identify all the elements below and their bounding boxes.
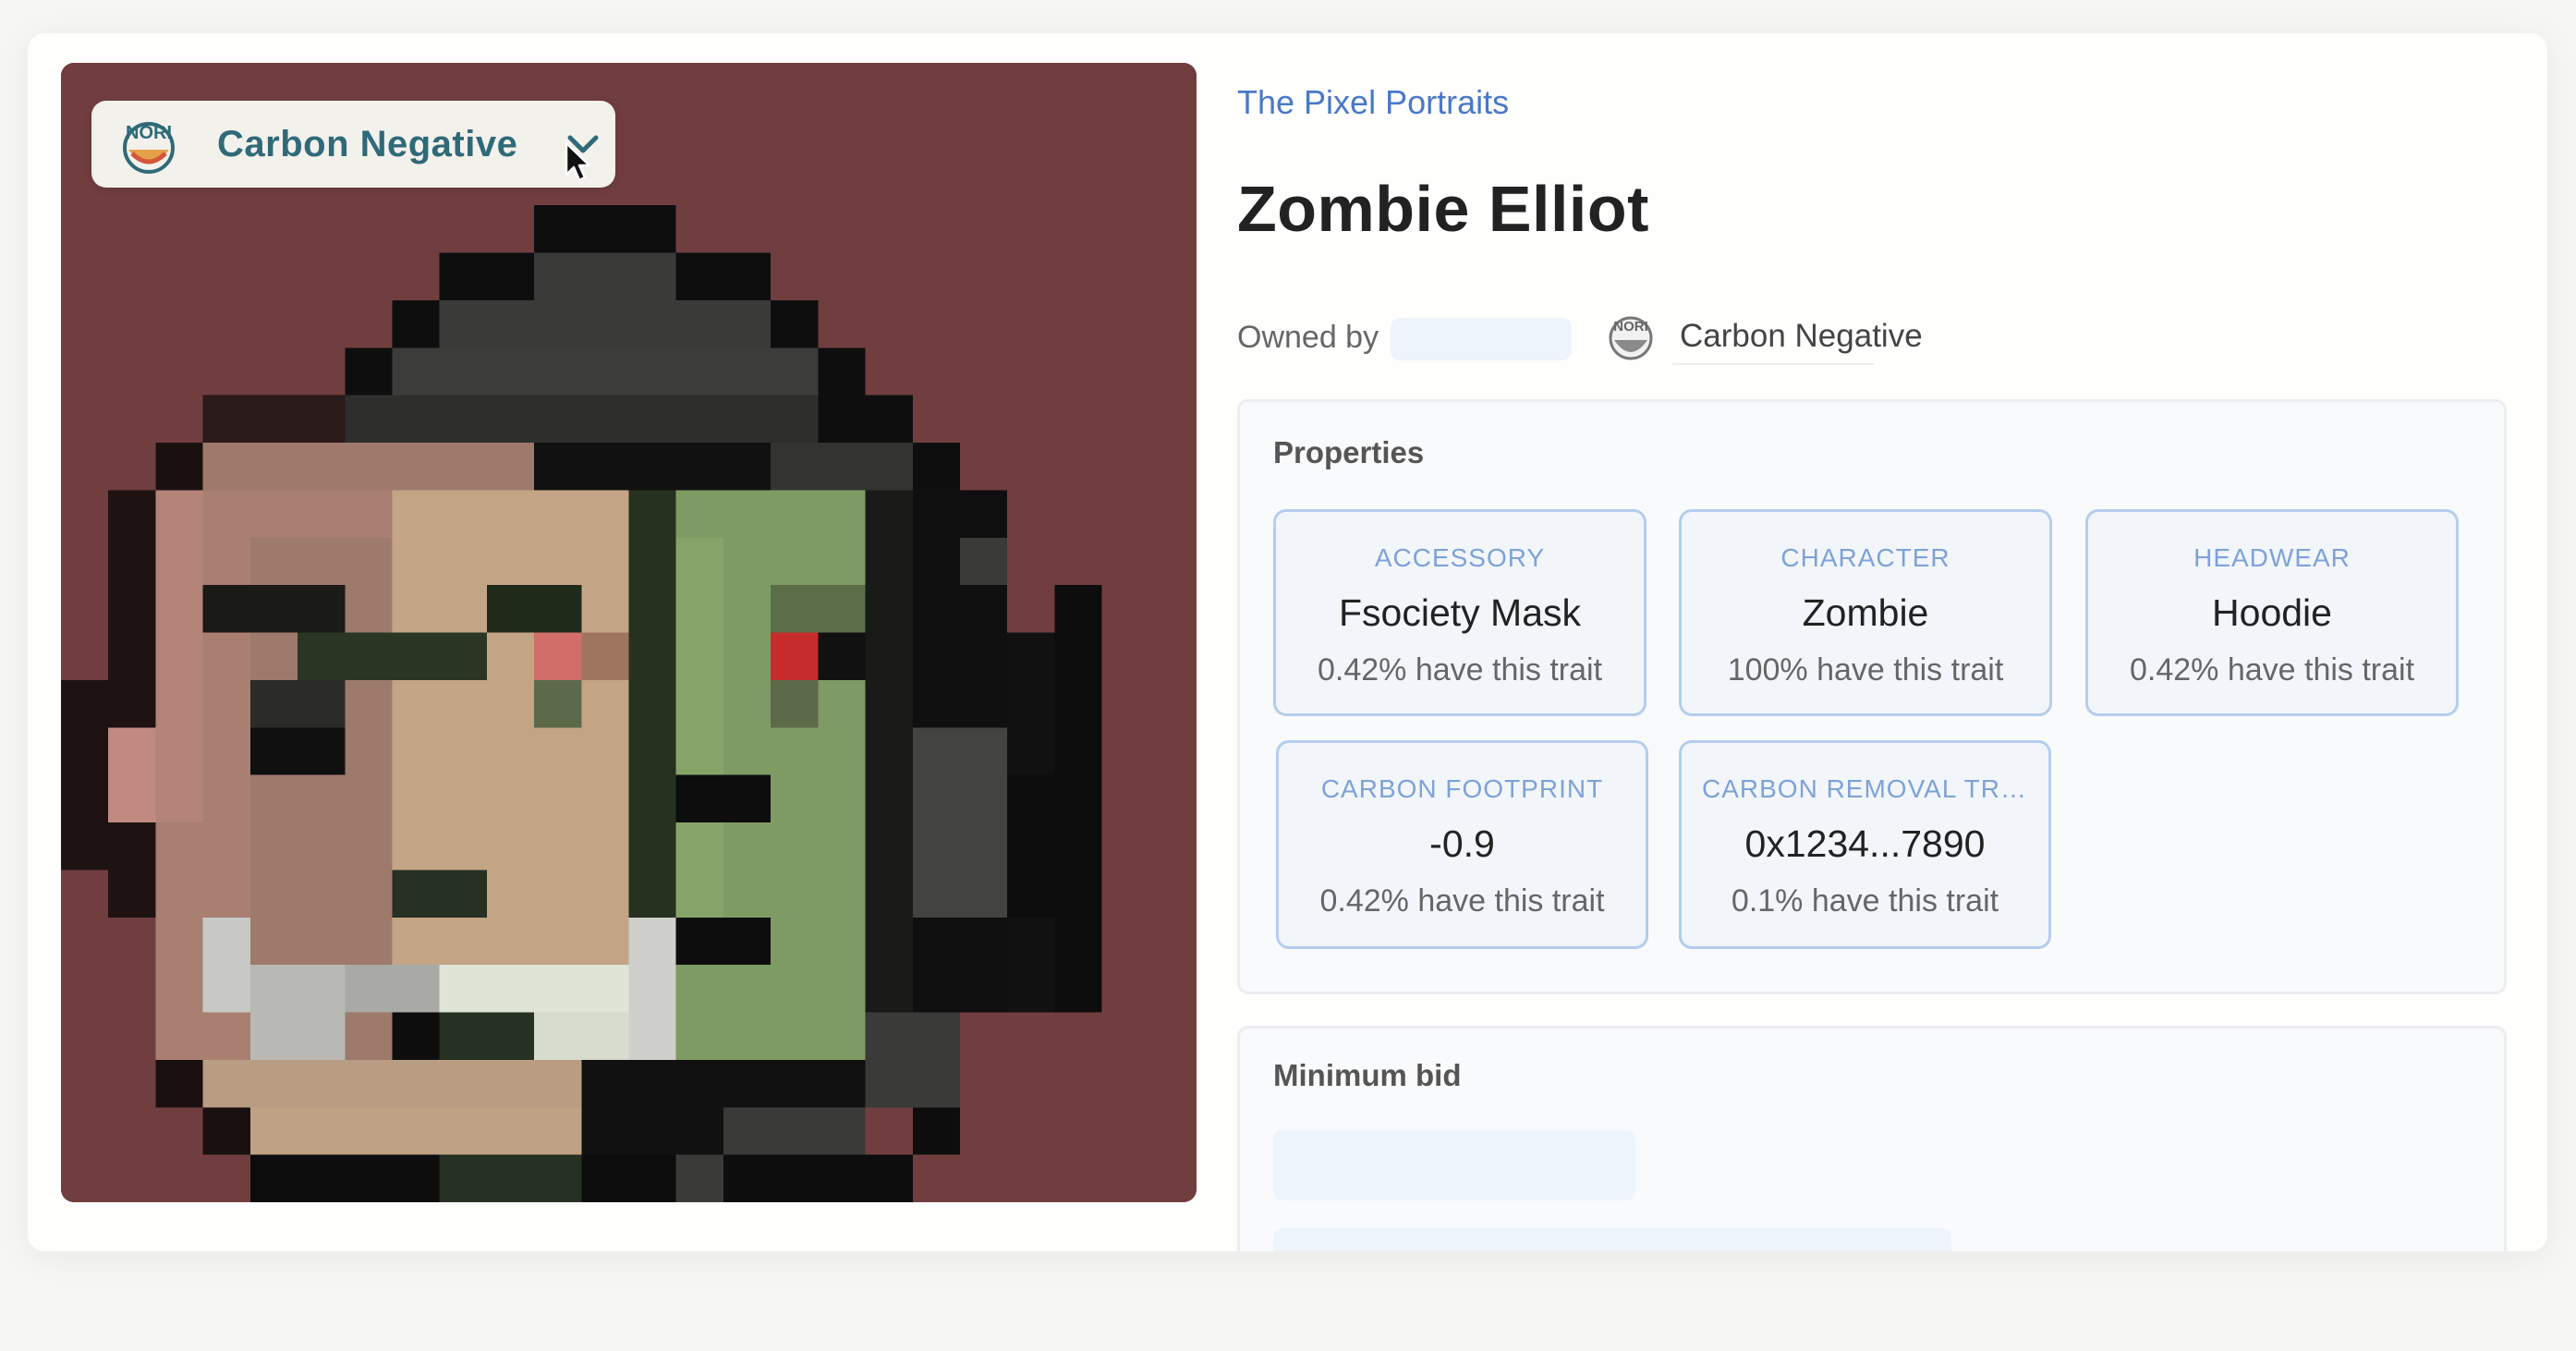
minimum-bid-heading: Minimum bid — [1273, 1058, 1462, 1092]
trait-card-carbon-footprint[interactable]: CARBON FOOTPRINT -0.9 0.42% have this tr… — [1276, 740, 1648, 949]
trait-value: 0x1234...7890 — [1744, 822, 1986, 865]
trait-value: Fsociety Mask — [1339, 591, 1581, 634]
trait-value: Hoodie — [2212, 591, 2332, 634]
trait-rarity: 100% have this trait — [1727, 652, 2004, 688]
mouse-cursor-icon — [565, 141, 591, 182]
nori-logo-icon: NORI — [123, 122, 175, 174]
properties-panel: Properties ACCESSORY Fsociety Mask 0.42%… — [1237, 399, 2507, 994]
svg-text:NORI: NORI — [1613, 319, 1648, 335]
bid-detail-placeholder — [1273, 1228, 1951, 1251]
owner-avatar-icon[interactable]: NORI — [1605, 310, 1657, 362]
trait-value: -0.9 — [1429, 822, 1495, 865]
owned-by-label: Owned by — [1237, 320, 1379, 355]
owner-name-link[interactable]: Carbon Negative — [1680, 318, 1923, 355]
trait-card-headwear[interactable]: HEADWEAR Hoodie 0.42% have this trait — [2085, 509, 2459, 716]
nft-artwork[interactable] — [61, 63, 1197, 1202]
trait-rarity: 0.1% have this trait — [1731, 883, 1999, 919]
owner-name-underline — [1672, 363, 1874, 365]
trait-card-carbon-removal-transaction[interactable]: CARBON REMOVAL TRANSACTION 0x1234...7890… — [1679, 740, 2051, 949]
trait-type: CARBON REMOVAL TRANSACTION — [1702, 774, 2048, 803]
nft-detail-card: NORI Carbon Negative The Pixel Portraits… — [28, 33, 2547, 1251]
minimum-bid-panel: Minimum bid — [1237, 1026, 2507, 1251]
badge-label: Carbon Negative — [217, 123, 518, 164]
owner-address-placeholder — [1391, 318, 1572, 360]
collection-link[interactable]: The Pixel Portraits — [1237, 83, 1509, 122]
trait-card-character[interactable]: CHARACTER Zombie 100% have this trait — [1679, 509, 2052, 716]
trait-card-accessory[interactable]: ACCESSORY Fsociety Mask 0.42% have this … — [1273, 509, 1646, 716]
trait-rarity: 0.42% have this trait — [2129, 652, 2415, 688]
trait-type: CHARACTER — [1780, 543, 1950, 572]
trait-type: ACCESSORY — [1374, 543, 1546, 572]
properties-heading: Properties — [1273, 435, 1425, 469]
carbon-negative-dropdown[interactable]: NORI Carbon Negative — [91, 101, 615, 188]
bid-amount-placeholder — [1273, 1130, 1635, 1200]
pixel-portrait-image — [61, 63, 1197, 1202]
trait-value: Zombie — [1802, 591, 1929, 634]
nft-title: Zombie Elliot — [1237, 173, 1649, 245]
svg-text:NORI: NORI — [126, 123, 172, 143]
trait-rarity: 0.42% have this trait — [1319, 883, 1605, 919]
trait-rarity: 0.42% have this trait — [1317, 652, 1603, 688]
trait-type: CARBON FOOTPRINT — [1320, 774, 1604, 803]
trait-type: HEADWEAR — [2193, 543, 2351, 572]
